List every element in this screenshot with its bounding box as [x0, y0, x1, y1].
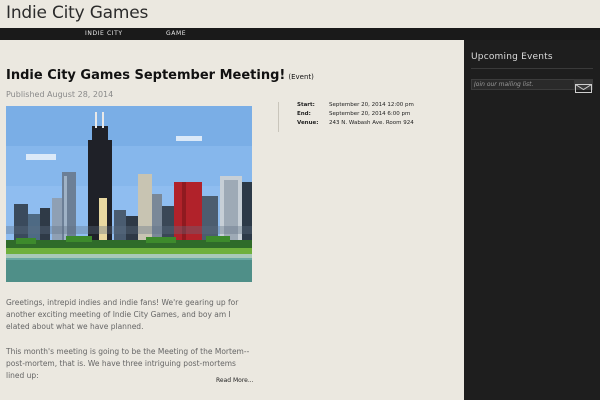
start-value: September 20, 2014 12:00 pm	[329, 102, 414, 108]
end-value: September 20, 2014 6:00 pm	[329, 111, 411, 117]
post-category-tag: (Event)	[288, 73, 314, 81]
mailing-list-input[interactable]	[471, 79, 577, 90]
site-title[interactable]: Indie City Games	[6, 3, 148, 23]
post-paragraph: Greetings, intrepid indies and indie fan…	[6, 298, 239, 331]
end-label: End:	[297, 111, 311, 117]
venue-label: Venue:	[297, 120, 319, 126]
main-nav: INDIE CITY GAME	[0, 28, 600, 40]
event-venue-row: Venue: 243 N. Wabash Ave. Room 924	[297, 120, 414, 126]
chicago-skyline-image	[6, 106, 252, 282]
sidebar: Upcoming Events	[464, 40, 600, 400]
nav-item-indie-city[interactable]: INDIE CITY	[85, 28, 123, 40]
main-content: Indie City Games September Meeting! (Even…	[0, 40, 464, 400]
upcoming-events-heading: Upcoming Events	[471, 52, 553, 62]
start-label: Start:	[297, 102, 315, 108]
event-details: Start: September 20, 2014 12:00 pm End: Se…	[278, 102, 449, 132]
site-header: Indie City Games	[0, 0, 600, 28]
read-more-link[interactable]: Read More...	[216, 377, 254, 384]
post-title[interactable]: Indie City Games September Meeting! (Even…	[6, 68, 314, 83]
mailing-submit-button[interactable]	[574, 79, 593, 93]
envelope-icon	[575, 84, 592, 93]
published-date: Published August 28, 2014	[6, 90, 114, 99]
venue-value: 243 N. Wabash Ave. Room 924	[329, 120, 414, 126]
sidebar-divider	[471, 68, 593, 69]
event-end-row: End: September 20, 2014 6:00 pm	[297, 111, 410, 117]
nav-item-game[interactable]: GAME	[166, 28, 186, 40]
post-title-text[interactable]: Indie City Games September Meeting!	[6, 68, 285, 83]
event-start-row: Start: September 20, 2014 12:00 pm	[297, 102, 414, 108]
